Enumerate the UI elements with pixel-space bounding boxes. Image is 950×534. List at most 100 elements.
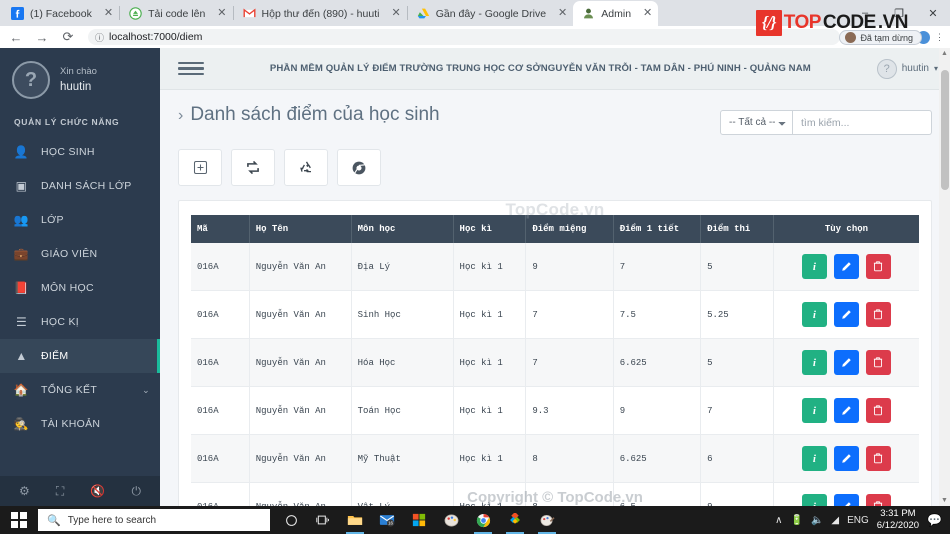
row-delete-button[interactable] — [865, 302, 891, 327]
browser-tab-upload[interactable]: Tải code lên ✕ — [120, 1, 232, 26]
start-button[interactable] — [0, 506, 38, 534]
refresh-button[interactable] — [231, 149, 275, 186]
row-delete-button[interactable] — [865, 350, 891, 375]
cell-hocki: Học kì 1 — [453, 482, 527, 506]
store-icon[interactable] — [404, 506, 434, 534]
volume-icon[interactable]: 🔈 — [811, 515, 823, 526]
topbar-user-menu[interactable]: ? huutin ▾ — [876, 58, 938, 79]
tab-close-icon[interactable]: ✕ — [392, 8, 401, 19]
filter-select[interactable]: -- Tất cả -- — [720, 110, 793, 135]
recycle-button[interactable] — [284, 149, 328, 186]
avatar: ? — [12, 61, 50, 99]
row-edit-button[interactable] — [833, 446, 859, 471]
windows-taskbar: 🔍 Type here to search 16 ∧ 🔋 🔈 ◢ ENG 3:3… — [0, 506, 950, 534]
wifi-icon[interactable]: ◢ — [831, 515, 839, 526]
pencil-icon — [842, 454, 851, 463]
site-info-icon[interactable]: ⓘ — [95, 31, 104, 44]
search-input[interactable] — [793, 110, 932, 135]
paint-3d-icon[interactable] — [532, 506, 562, 534]
paint-icon[interactable] — [436, 506, 466, 534]
address-bar[interactable]: ⓘ localhost:7000/diem — [88, 29, 840, 45]
maximize-button[interactable]: ❐ — [882, 0, 916, 26]
row-info-button[interactable]: i — [801, 446, 827, 471]
row-delete-button[interactable] — [865, 494, 891, 506]
row-action-group: i — [780, 254, 913, 279]
chrome-icon[interactable] — [468, 506, 498, 534]
file-explorer-icon[interactable] — [340, 506, 370, 534]
speech-bubble-icon[interactable]: 💬 — [927, 513, 942, 527]
sidebar-item-hoc-sinh[interactable]: 👤 HỌC SINH — [0, 135, 160, 169]
power-icon[interactable]: ⏻ — [131, 484, 141, 499]
row-delete-button[interactable] — [865, 446, 891, 471]
tab-close-icon[interactable]: ✕ — [217, 8, 226, 19]
row-delete-button[interactable] — [865, 254, 891, 279]
gear-icon[interactable]: ⚙ — [19, 484, 30, 498]
scroll-up-icon[interactable]: ▲ — [940, 50, 949, 57]
sidebar-item-danh-sach-lop[interactable]: ▣ DANH SÁCH LỚP — [0, 169, 160, 203]
sidebar-item-hoc-ki[interactable]: ☰ HỌC KỊ — [0, 305, 160, 339]
mail-icon[interactable]: 16 — [372, 506, 402, 534]
task-view-icon[interactable] — [308, 506, 338, 534]
row-edit-button[interactable] — [833, 254, 859, 279]
cell-actions: i — [773, 386, 919, 435]
page-scrollbar[interactable]: ▲ ▼ — [939, 48, 950, 506]
row-delete-button[interactable] — [865, 398, 891, 423]
reload-icon[interactable]: ⟳ — [58, 27, 78, 47]
browser-tab-admin[interactable]: Admin ✕ — [573, 1, 659, 26]
back-icon[interactable]: ← — [6, 27, 26, 47]
pencil-icon — [842, 358, 851, 367]
row-edit-button[interactable] — [833, 302, 859, 327]
tab-close-icon[interactable]: ✕ — [104, 8, 113, 19]
sidebar-item-diem[interactable]: ▲ ĐIỂM — [0, 339, 160, 373]
url-text: localhost:7000/diem — [109, 31, 203, 43]
row-info-button[interactable]: i — [801, 350, 827, 375]
browser-tab-gmail[interactable]: Hộp thư đến (890) - huutin129 ✕ — [234, 1, 407, 26]
sidebar-item-tong-ket[interactable]: 🏠 TỔNG KẾT ⌄ — [0, 373, 160, 407]
taskbar-clock[interactable]: 3:31 PM 6/12/2020 — [877, 508, 919, 532]
row-edit-button[interactable] — [833, 494, 859, 506]
cell-mieng: 8 — [525, 434, 614, 483]
close-window-button[interactable]: ✕ — [916, 0, 950, 26]
tab-close-icon[interactable]: ✕ — [558, 8, 567, 19]
scores-table: Mã Họ Tên Môn học Học kì Điểm miệng Điểm… — [191, 215, 919, 506]
language-indicator[interactable]: ENG — [847, 515, 869, 526]
tray-chevron-icon[interactable]: ∧ — [775, 515, 782, 526]
cell-thi: 6 — [700, 434, 774, 483]
add-button[interactable] — [178, 149, 222, 186]
row-action-group: i — [780, 494, 913, 506]
sidebar-item-lop[interactable]: 👥 LỚP — [0, 203, 160, 237]
scrollbar-thumb[interactable] — [941, 70, 949, 190]
row-edit-button[interactable] — [833, 398, 859, 423]
browser-tab-drive[interactable]: Gần đây - Google Drive ✕ — [408, 1, 574, 26]
scroll-down-icon[interactable]: ▼ — [940, 497, 949, 504]
cell-hocki: Học kì 1 — [453, 290, 527, 339]
tab-close-icon[interactable]: ✕ — [643, 8, 652, 19]
cortana-icon[interactable] — [276, 506, 306, 534]
chrome-circle-icon — [352, 161, 366, 174]
minimize-button[interactable]: – — [848, 0, 882, 26]
row-info-button[interactable]: i — [801, 254, 827, 279]
pencil-icon — [842, 406, 851, 415]
sidebar-item-giao-vien[interactable]: 💼 GIÁO VIÊN — [0, 237, 160, 271]
sidebar-user-block[interactable]: ? Xin chào huutin — [0, 48, 160, 113]
sidebar-item-tai-khoan[interactable]: 🕵 TÀI KHOẢN — [0, 407, 160, 441]
expand-icon[interactable]: ⛶ — [56, 484, 64, 499]
taskbar-search[interactable]: 🔍 Type here to search — [38, 509, 270, 531]
sidebar-item-mon-hoc[interactable]: 📕 MÔN HỌC — [0, 271, 160, 305]
row-edit-button[interactable] — [833, 350, 859, 375]
screen-root: (1) Facebook ✕ Tải code lên ✕ Hộp thư đế… — [0, 0, 950, 534]
export-button[interactable] — [337, 149, 381, 186]
browser-menu-icon[interactable]: ⋮ — [935, 32, 944, 43]
forward-icon[interactable]: → — [32, 27, 52, 47]
row-info-button[interactable]: i — [801, 494, 827, 506]
col-monhoc: Môn học — [351, 215, 454, 243]
browser-tab-facebook[interactable]: (1) Facebook ✕ — [2, 1, 119, 26]
hamburger-icon[interactable] — [178, 61, 204, 76]
paused-status-chip[interactable]: Đã tạm dừng — [839, 30, 922, 45]
battery-icon[interactable]: 🔋 — [791, 515, 803, 526]
visual-studio-icon[interactable] — [500, 506, 530, 534]
volume-off-icon[interactable]: 🔇 — [90, 484, 105, 498]
row-info-button[interactable]: i — [801, 302, 827, 327]
sidebar-username: huutin — [60, 80, 92, 93]
row-info-button[interactable]: i — [801, 398, 827, 423]
